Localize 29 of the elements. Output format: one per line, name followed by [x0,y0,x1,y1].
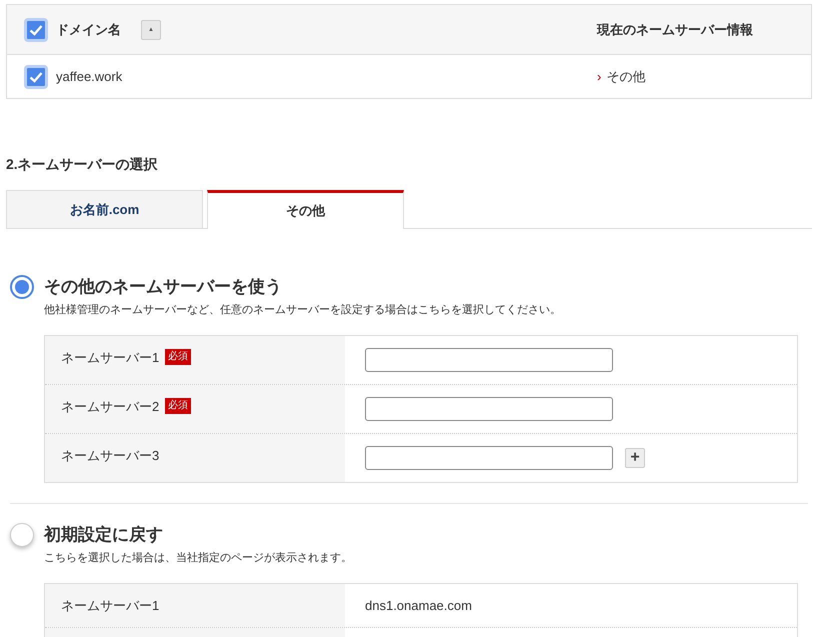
field-label: ネームサーバー1 [61,596,160,615]
add-button[interactable]: + [625,448,645,468]
nameserver-input[interactable] [365,348,613,372]
option-description: こちらを選択した場合は、当社指定のページが表示されます。 [44,550,353,566]
radio-button[interactable] [10,522,34,547]
required-badge: 必須 [165,398,192,414]
required-badge: 必須 [165,349,192,365]
checkbox[interactable] [24,64,48,88]
tab[interactable]: その他 [207,190,404,229]
nameserver-value: dns1.onamae.com [365,596,472,615]
option-title: その他のネームサーバーを使う [44,276,282,298]
domain-name: yaffee.work [56,68,122,86]
column-header: ドメイン名 [56,20,121,39]
tab[interactable]: お名前.com [6,190,203,229]
nameserver-input[interactable] [365,446,613,470]
checkmark-icon [29,24,43,36]
option-title: 初期設定に戻す [44,524,163,546]
nameserver-input[interactable] [365,397,613,421]
field-label: ネームサーバー1 [61,349,160,367]
nameserver-info: その他 [606,68,646,86]
checkbox[interactable] [24,18,48,42]
chevron-icon: › [597,66,602,86]
section-title: 2.ネームサーバーの選択 [6,155,159,174]
column-header: 現在のネームサーバー情報 [597,20,753,39]
field-label: ネームサーバー2 [61,398,160,416]
option-description: 他社様管理のネームサーバーなど、任意のネームサーバーを設定する場合はこちらを選択してください。 [44,302,562,318]
checkmark-icon [29,70,43,82]
radio-button[interactable] [10,274,34,299]
field-label: ネームサーバー3 [61,447,160,465]
